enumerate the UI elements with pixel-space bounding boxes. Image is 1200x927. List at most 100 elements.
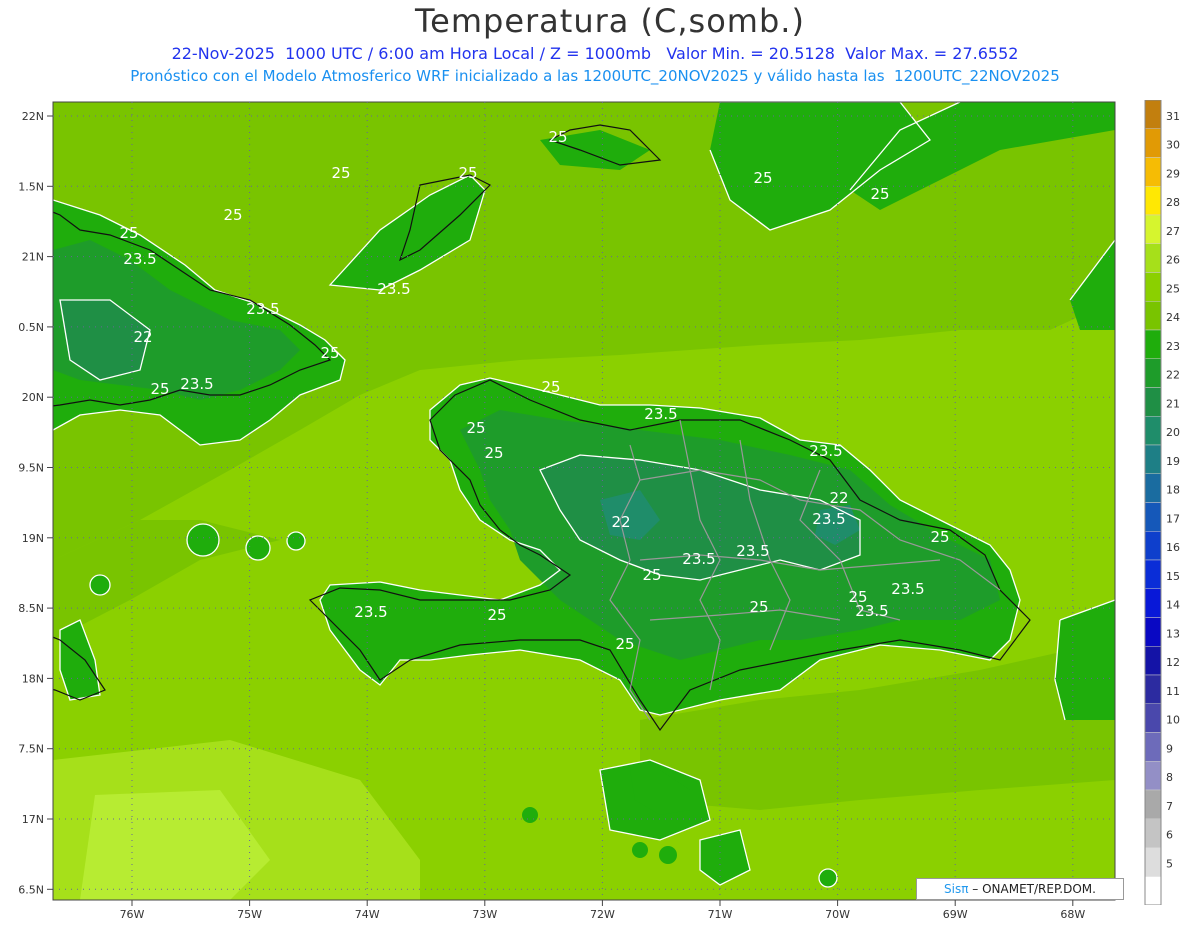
- longitude-axis: 76W 75W 74W 73W 72W 71W 70W 69W 68W: [120, 900, 1085, 921]
- legend-level-label: 10: [1166, 714, 1180, 727]
- contour-value-label: 25: [548, 128, 567, 146]
- legend-color-box: [1144, 272, 1162, 302]
- legend-color-box: [1144, 646, 1162, 676]
- lat-tick-label: 17N: [22, 813, 44, 826]
- legend-level-label: 6: [1166, 829, 1173, 842]
- legend-level-label: 25: [1166, 282, 1180, 295]
- legend-color-box: [1144, 502, 1162, 532]
- legend-level-label: 21: [1166, 397, 1180, 410]
- legend-color-box: [1144, 243, 1162, 273]
- legend-color-box: [1144, 761, 1162, 791]
- legend-level-label: 20: [1166, 426, 1180, 439]
- legend-level-label: 24: [1166, 311, 1180, 324]
- contour-value-label: 22: [829, 489, 848, 507]
- legend-level-label: 30: [1166, 139, 1180, 152]
- legend-color-box: [1144, 588, 1162, 618]
- legend-level-label: 11: [1166, 685, 1180, 698]
- legend-color-box: [1144, 329, 1162, 359]
- contour-value-label: 25: [615, 635, 634, 653]
- legend-color-box: [1144, 358, 1162, 388]
- field-24-patch: [659, 846, 677, 864]
- legend-level-label: 22: [1166, 369, 1180, 382]
- contour-value-label: 25: [541, 378, 560, 396]
- contour-value-label: 23.5: [123, 250, 156, 268]
- sispi-logo: Sisπ: [944, 882, 969, 896]
- contour-value-label: 23.5: [855, 602, 888, 620]
- legend-color-box: [1144, 531, 1162, 561]
- lon-tick-label: 74W: [355, 908, 380, 921]
- contour-value-label: 23.5: [246, 300, 279, 318]
- legend-color-box: [1144, 876, 1162, 905]
- legend-color-box: [1144, 416, 1162, 446]
- legend-color-box: [1144, 214, 1162, 244]
- lat-tick-label: 9.5N: [18, 462, 44, 475]
- legend-color-box: [1144, 732, 1162, 762]
- contour-value-label: 25: [642, 566, 661, 584]
- legend-color-box: [1144, 818, 1162, 848]
- contour-value-label: 25: [930, 528, 949, 546]
- legend-level-label: 8: [1166, 771, 1173, 784]
- contour-value-label: 22: [133, 328, 152, 346]
- contour-value-label: 23.5: [809, 442, 842, 460]
- contour-value-label: 25: [458, 164, 477, 182]
- lon-tick-label: 68W: [1060, 908, 1085, 921]
- legend-color-box: [1144, 128, 1162, 158]
- contour-value-label: 22: [611, 513, 630, 531]
- field-24-patch: [632, 842, 648, 858]
- credit-box: Sisπ – ONAMET/REP.DOM.: [916, 878, 1124, 900]
- legend-level-label: 31: [1166, 110, 1180, 123]
- latitude-axis: 22N 1.5N 21N 0.5N 20N 9.5N 19N 8.5N 18N 7.5N 17N 6.…: [18, 110, 53, 896]
- legend-level-label: 23: [1166, 340, 1180, 353]
- legend-color-box: [1144, 473, 1162, 503]
- legend-level-label: 7: [1166, 800, 1173, 813]
- lat-tick-label: 20N: [22, 391, 44, 404]
- lat-tick-label: 6.5N: [18, 883, 44, 896]
- legend-level-label: 12: [1166, 656, 1180, 669]
- contour-value-label: 23.5: [736, 542, 769, 560]
- contour-value-label: 23.5: [377, 280, 410, 298]
- credit-text: – ONAMET/REP.DOM.: [968, 882, 1096, 896]
- legend-color-box: [1144, 789, 1162, 819]
- legend-color-box: [1144, 617, 1162, 647]
- lat-tick-label: 8.5N: [18, 602, 44, 615]
- legend-level-label: 15: [1166, 570, 1180, 583]
- lon-tick-label: 70W: [825, 908, 850, 921]
- lat-tick-label: 19N: [22, 532, 44, 545]
- contour-value-label: 25: [466, 419, 485, 437]
- legend-level-label: 13: [1166, 627, 1180, 640]
- lat-tick-label: 1.5N: [18, 180, 44, 193]
- legend-level-label: 5: [1166, 857, 1173, 870]
- contour-value-label: 23.5: [180, 375, 213, 393]
- contour-value-label: 23.5: [812, 510, 845, 528]
- contour-value-label: 25: [870, 185, 889, 203]
- legend-color-box: [1144, 559, 1162, 589]
- legend-color-box: [1144, 444, 1162, 474]
- lon-tick-label: 72W: [590, 908, 615, 921]
- lat-tick-label: 18N: [22, 672, 44, 685]
- lon-tick-label: 69W: [943, 908, 968, 921]
- legend-color-box: [1144, 301, 1162, 331]
- field-24-patch: [522, 807, 538, 823]
- color-scale-legend: 31 30 29 28 27 26 25 24 23 22 21 20 19 18 17 16 15 14 13 12…: [1144, 100, 1180, 905]
- contour-value-label: 25: [331, 164, 350, 182]
- lon-tick-label: 76W: [120, 908, 145, 921]
- lon-tick-label: 73W: [472, 908, 497, 921]
- legend-level-label: 19: [1166, 455, 1180, 468]
- contour-value-label: 23.5: [891, 580, 924, 598]
- legend-level-label: 9: [1166, 742, 1173, 755]
- legend-level-label: 28: [1166, 196, 1180, 209]
- legend-level-label: 27: [1166, 225, 1180, 238]
- contour-value-label: 23.5: [644, 405, 677, 423]
- contour-value-label: 25: [484, 444, 503, 462]
- temperature-map: 22N 1.5N 21N 0.5N 20N 9.5N 19N 8.5N 18N 7.5N 17N 6.…: [18, 101, 1116, 921]
- legend-level-label: 26: [1166, 254, 1180, 267]
- lat-tick-label: 22N: [22, 110, 44, 123]
- legend-color-box: [1144, 100, 1162, 129]
- lat-tick-label: 7.5N: [18, 743, 44, 756]
- legend-level-label: 18: [1166, 484, 1180, 497]
- lat-tick-label: 0.5N: [18, 321, 44, 334]
- legend-level-label: 17: [1166, 512, 1180, 525]
- legend-color-box: [1144, 157, 1162, 187]
- contour-value-label: 25: [753, 169, 772, 187]
- contour-value-label: 25: [150, 380, 169, 398]
